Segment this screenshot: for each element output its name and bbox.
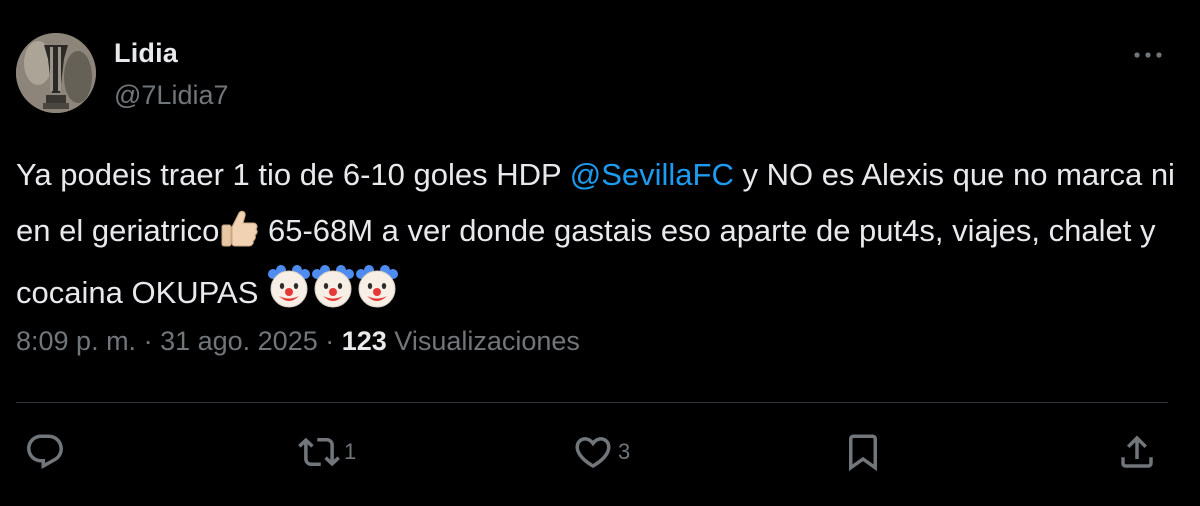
trophy-avatar-image xyxy=(16,33,96,113)
meta-separator: · xyxy=(136,326,161,356)
tweet-text-part: Ya podeis traer 1 tio de 6-10 goles HDP xyxy=(16,157,570,192)
tweet-meta: 8:09 p. m. · 31 ago. 2025 · 123 Visualiz… xyxy=(16,326,580,357)
avatar[interactable] xyxy=(16,33,96,113)
more-options-button[interactable] xyxy=(1128,40,1168,70)
meta-separator: · xyxy=(317,326,342,356)
bookmark-button[interactable] xyxy=(842,430,888,474)
mention-link[interactable]: @SevillaFC xyxy=(570,157,734,192)
views-label: Visualizaciones xyxy=(386,326,580,356)
like-count: 3 xyxy=(618,439,631,464)
retweet-count: 1 xyxy=(344,439,357,464)
views-count[interactable]: 123 xyxy=(342,326,387,356)
more-icon xyxy=(1134,52,1162,58)
tweet-time[interactable]: 8:09 p. m. xyxy=(16,326,136,356)
user-handle[interactable]: @7Lidia7 xyxy=(114,80,229,111)
clown-face-emoji xyxy=(355,265,399,327)
display-name[interactable]: Lidia xyxy=(114,38,178,69)
retweet-icon xyxy=(298,437,340,467)
clown-face-emoji xyxy=(311,265,355,327)
retweet-button[interactable]: 1 xyxy=(298,430,356,474)
share-icon xyxy=(1121,435,1153,468)
clown-face-emoji xyxy=(267,265,311,327)
share-button[interactable] xyxy=(1116,430,1162,474)
like-icon xyxy=(575,437,611,469)
thumbs-up-emoji xyxy=(219,209,259,265)
reply-icon xyxy=(27,434,63,469)
tweet-card: Lidia @7Lidia7 Ya podeis traer 1 tio de … xyxy=(0,0,1200,506)
bookmark-icon xyxy=(849,434,877,472)
reply-button[interactable] xyxy=(24,430,70,474)
tweet-date[interactable]: 31 ago. 2025 xyxy=(160,326,318,356)
tweet-text: Ya podeis traer 1 tio de 6-10 goles HDP … xyxy=(16,147,1186,327)
divider xyxy=(16,402,1168,403)
like-button[interactable]: 3 xyxy=(572,430,630,474)
